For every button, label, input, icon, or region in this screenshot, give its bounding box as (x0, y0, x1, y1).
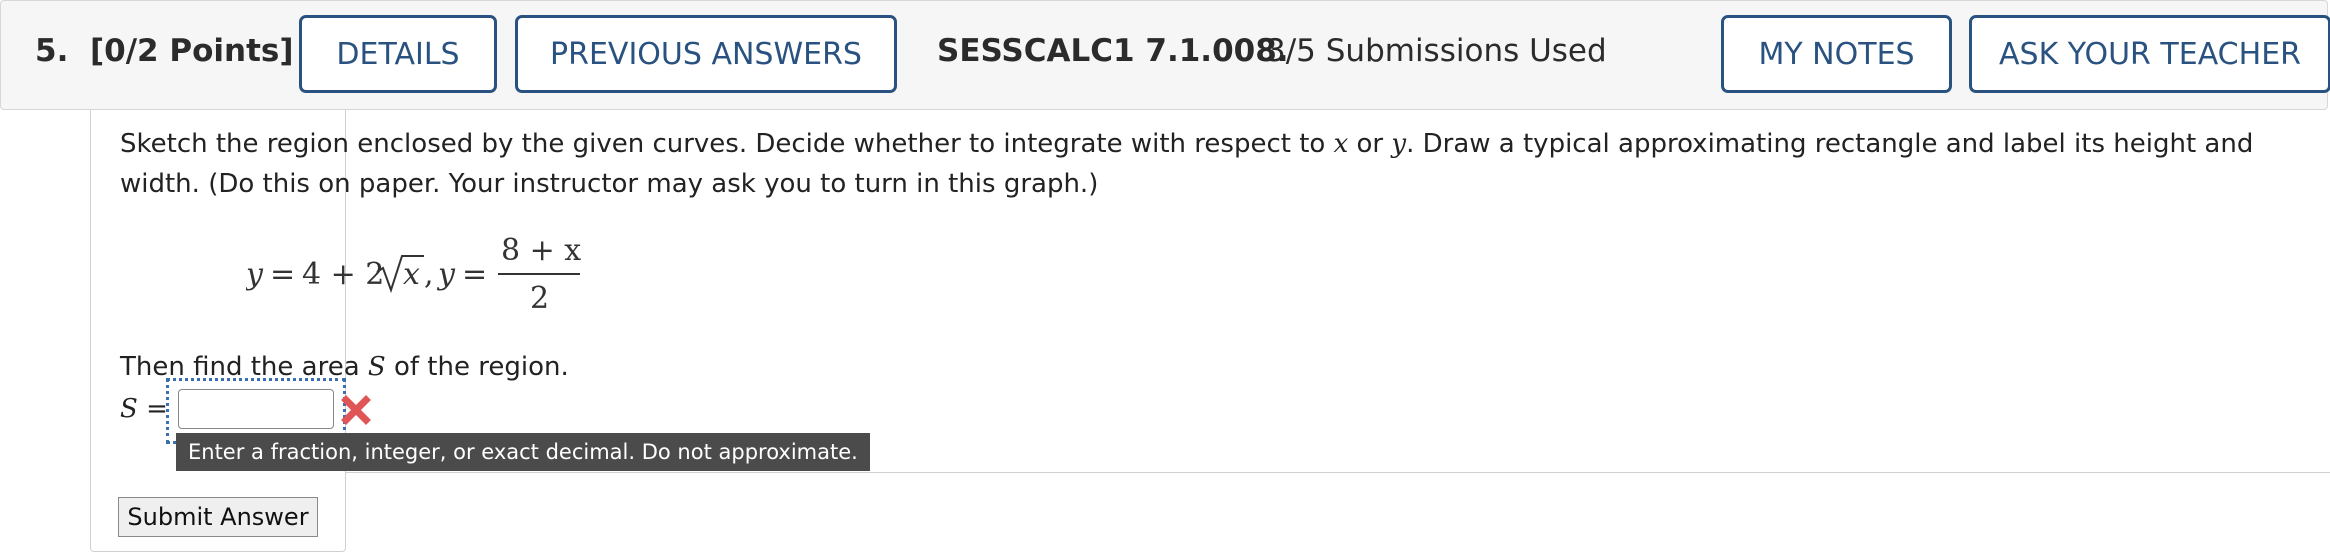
var-s: S (367, 352, 386, 382)
panel-divider (346, 472, 2330, 473)
question-header: 5. [0/2 Points] DETAILS PREVIOUS ANSWERS… (0, 0, 2330, 110)
question-prompt: Sketch the region enclosed by the given … (120, 129, 2254, 199)
formula-sqrt-arg: x (403, 257, 420, 292)
formula-numerator: 8 + x (501, 233, 581, 268)
curve-equations: y = 4 + 2 x , y = 8 + x 2 (246, 233, 581, 316)
area-answer-input[interactable] (178, 389, 334, 429)
question-number: 5. [0/2 Points] (35, 33, 294, 69)
formula-y2: y (436, 257, 456, 292)
answer-hint-tooltip: Enter a fraction, integer, or exact deci… (176, 433, 870, 471)
formula-denominator: 2 (530, 281, 549, 316)
submit-answer-button[interactable]: Submit Answer (118, 497, 318, 537)
details-button[interactable]: DETAILS (299, 15, 497, 93)
formula-eq1: = (270, 257, 295, 292)
question-code: SESSCALC1 7.1.008. (937, 33, 1289, 69)
my-notes-button[interactable]: MY NOTES (1721, 15, 1952, 93)
var-x: x (1333, 129, 1349, 159)
red-x-icon (341, 395, 371, 425)
var-y: y (1391, 129, 1407, 159)
answer-label: S = (120, 394, 168, 424)
points-label: [0/2 Points] (89, 33, 294, 69)
previous-answers-button[interactable]: PREVIOUS ANSWERS (515, 15, 897, 93)
ask-teacher-button[interactable]: ASK YOUR TEACHER (1969, 15, 2330, 93)
formula-eq2: = (462, 257, 487, 292)
submissions-used: 3/5 Submissions Used (1266, 33, 1607, 69)
formula-y1: y (246, 257, 264, 292)
formula-comma: , (424, 257, 434, 292)
formula-const: 4 + 2 (302, 257, 384, 292)
